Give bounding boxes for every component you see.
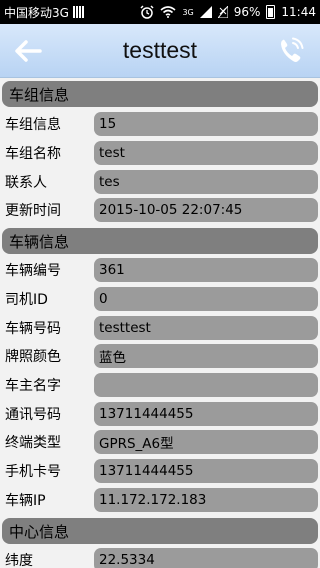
field-label-driver-id: 司机ID	[5, 292, 48, 308]
status-bar: 中国移动3G 3G 96% 11:44	[0, 0, 320, 24]
field-label-terminal-type: 终端类型	[5, 435, 61, 451]
section-header-center: 中心信息	[2, 518, 318, 544]
field-value-comm-number: 13711444455	[94, 402, 318, 426]
field-value-vehicle-id: 361	[94, 258, 318, 282]
field-value-plate-color: 蓝色	[94, 344, 318, 368]
section-header-vehicle: 车辆信息	[2, 228, 318, 254]
field-value-group-name: test	[94, 141, 318, 165]
field-label-plate-color: 牌照颜色	[5, 349, 61, 365]
field-value-latitude: 22.5334	[94, 548, 318, 568]
field-label-group-name: 车组名称	[5, 146, 61, 162]
field-value-contact: tes	[94, 170, 318, 194]
arrow-left-icon	[15, 40, 42, 62]
field-value-vehicle-ip: 11.172.172.183	[94, 488, 318, 512]
field-label-plate-number: 车辆号码	[5, 321, 61, 337]
field-value-group-id: 15	[94, 112, 318, 136]
page-title: testtest	[122, 37, 198, 63]
section-header-group: 车组信息	[2, 81, 318, 107]
no-sim-icon	[217, 6, 228, 18]
phone-icon	[281, 37, 304, 62]
field-label-vehicle-ip: 车辆IP	[5, 493, 46, 509]
field-label-owner-name: 车主名字	[5, 378, 61, 394]
cell-signal-icon	[199, 6, 212, 18]
carrier-label: 中国移动3G	[4, 5, 69, 20]
call-button[interactable]	[276, 35, 306, 67]
field-value-plate-number: testtest	[94, 316, 318, 340]
field-label-comm-number: 通讯号码	[5, 407, 61, 423]
field-label-update-time: 更新时间	[5, 203, 61, 219]
battery-percent: 96%	[233, 5, 261, 19]
field-label-group-id: 车组信息	[5, 117, 61, 133]
network-type-icon: 3G	[182, 7, 194, 17]
app-header: testtest	[0, 24, 320, 78]
field-label-latitude: 纬度	[5, 553, 33, 568]
wifi-icon	[160, 6, 176, 18]
field-value-driver-id: 0	[94, 287, 318, 311]
signal-strength-icon	[72, 6, 84, 18]
alarm-icon	[140, 5, 154, 19]
field-value-terminal-type: GPRS_A6型	[94, 430, 318, 454]
back-button[interactable]	[10, 36, 46, 66]
field-label-sim-number: 手机卡号	[5, 464, 61, 480]
field-label-vehicle-id: 车辆编号	[5, 263, 61, 279]
field-value-owner-name	[94, 373, 318, 397]
detail-content[interactable]: 车组信息 车组信息 15 车组名称 test 联系人 tes 更新时间 2015…	[0, 78, 320, 568]
field-value-sim-number: 13711444455	[94, 459, 318, 483]
battery-icon	[266, 5, 276, 19]
field-label-contact: 联系人	[5, 175, 47, 191]
clock: 11:44	[281, 5, 316, 19]
field-value-update-time: 2015-10-05 22:07:45	[94, 198, 318, 222]
